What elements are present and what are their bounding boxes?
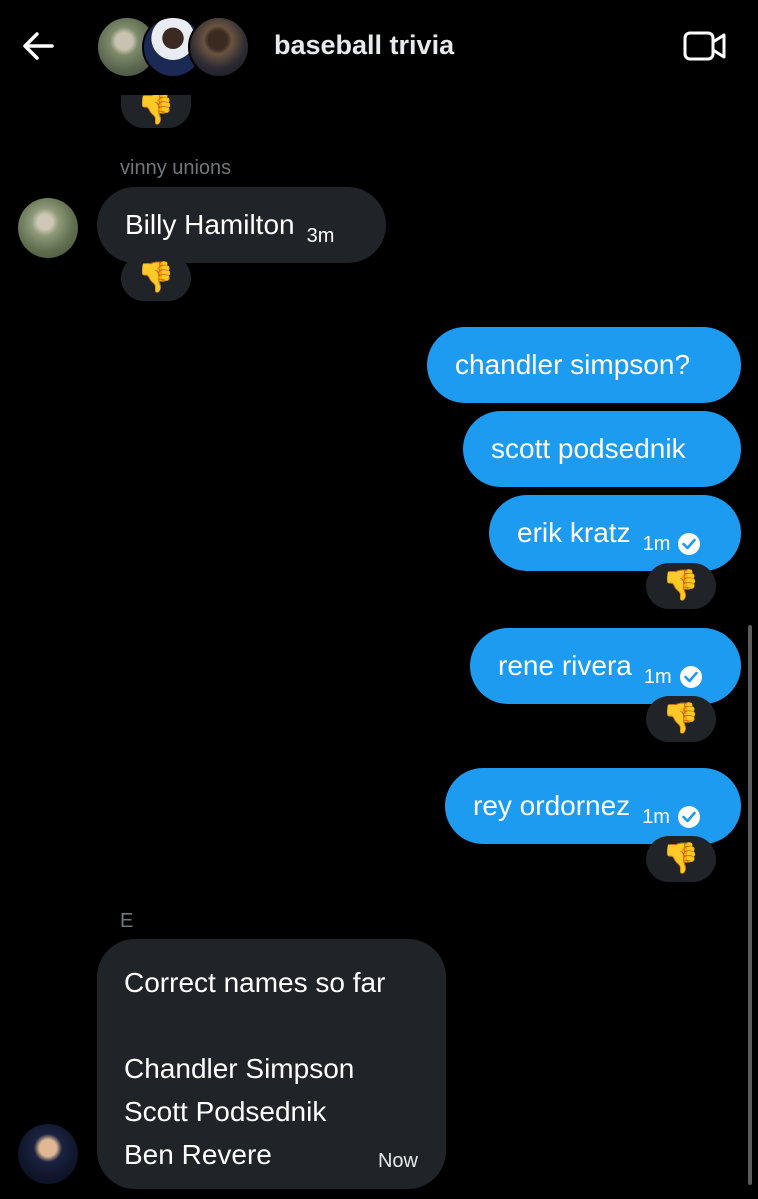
- read-receipt-icon: [678, 533, 701, 555]
- avatar: [188, 16, 250, 78]
- thumbs-down-icon: 👎: [137, 261, 175, 294]
- message-text: erik kratz: [517, 517, 631, 548]
- message-time: Now: [377, 1150, 418, 1172]
- read-receipt-icon: [677, 806, 700, 828]
- group-avatars[interactable]: [96, 16, 256, 78]
- message-bubble[interactable]: erik kratz 1m: [489, 495, 741, 571]
- message-text: Correct names so far: [124, 967, 386, 998]
- video-camera-icon: [683, 31, 726, 61]
- avatar[interactable]: [18, 1124, 78, 1184]
- message-bubble[interactable]: rey ordornez 1m: [445, 768, 741, 844]
- reaction-badge[interactable]: 👎: [646, 563, 716, 609]
- message-time: 1m: [642, 533, 671, 555]
- read-receipt-icon: [679, 666, 702, 688]
- back-button[interactable]: [20, 28, 56, 64]
- reaction-badge[interactable]: 👎: [121, 92, 191, 128]
- message-time: 3m: [306, 225, 335, 247]
- avatar[interactable]: [18, 198, 78, 258]
- message-text: rey ordornez: [473, 790, 631, 821]
- reaction-badge[interactable]: 👎: [121, 255, 191, 301]
- message-time: 1m: [642, 806, 670, 828]
- conversation-title[interactable]: baseball trivia: [274, 30, 454, 61]
- message-bubble[interactable]: scott podsednik: [463, 411, 741, 487]
- message-text: Ben Revere: [124, 1139, 272, 1170]
- message-list[interactable]: 👎 vinny unions Billy Hamilton 3m 👎 chandl…: [0, 0, 758, 1199]
- message-text: [124, 1004, 419, 1047]
- message-bubble[interactable]: Correct names so far Chandler Simpson Sc…: [97, 939, 446, 1189]
- message-text: chandler simpson?: [455, 349, 691, 380]
- message-bubble[interactable]: Billy Hamilton 3m: [97, 187, 386, 263]
- message-bubble[interactable]: chandler simpson?: [427, 327, 741, 403]
- message-text: scott podsednik: [491, 433, 686, 464]
- thumbs-down-icon: 👎: [662, 842, 700, 875]
- reaction-badge[interactable]: 👎: [646, 836, 716, 882]
- message-time: 1m: [643, 666, 672, 688]
- message-text: Scott Podsednik: [124, 1096, 327, 1127]
- message-text: Billy Hamilton: [125, 209, 295, 240]
- thumbs-down-icon: 👎: [662, 702, 700, 735]
- thumbs-down-icon: 👎: [662, 569, 700, 602]
- arrow-left-icon: [23, 32, 54, 60]
- reaction-badge[interactable]: 👎: [646, 696, 716, 742]
- message-bubble[interactable]: rene rivera 1m: [470, 628, 741, 704]
- message-text: rene rivera: [498, 650, 632, 681]
- chat-header: baseball trivia: [0, 0, 758, 95]
- sender-name: vinny unions: [120, 157, 232, 179]
- scrollbar[interactable]: [748, 625, 752, 1185]
- video-call-button[interactable]: [683, 30, 727, 62]
- sender-name: E: [120, 910, 134, 932]
- message-text: Chandler Simpson: [124, 1053, 355, 1084]
